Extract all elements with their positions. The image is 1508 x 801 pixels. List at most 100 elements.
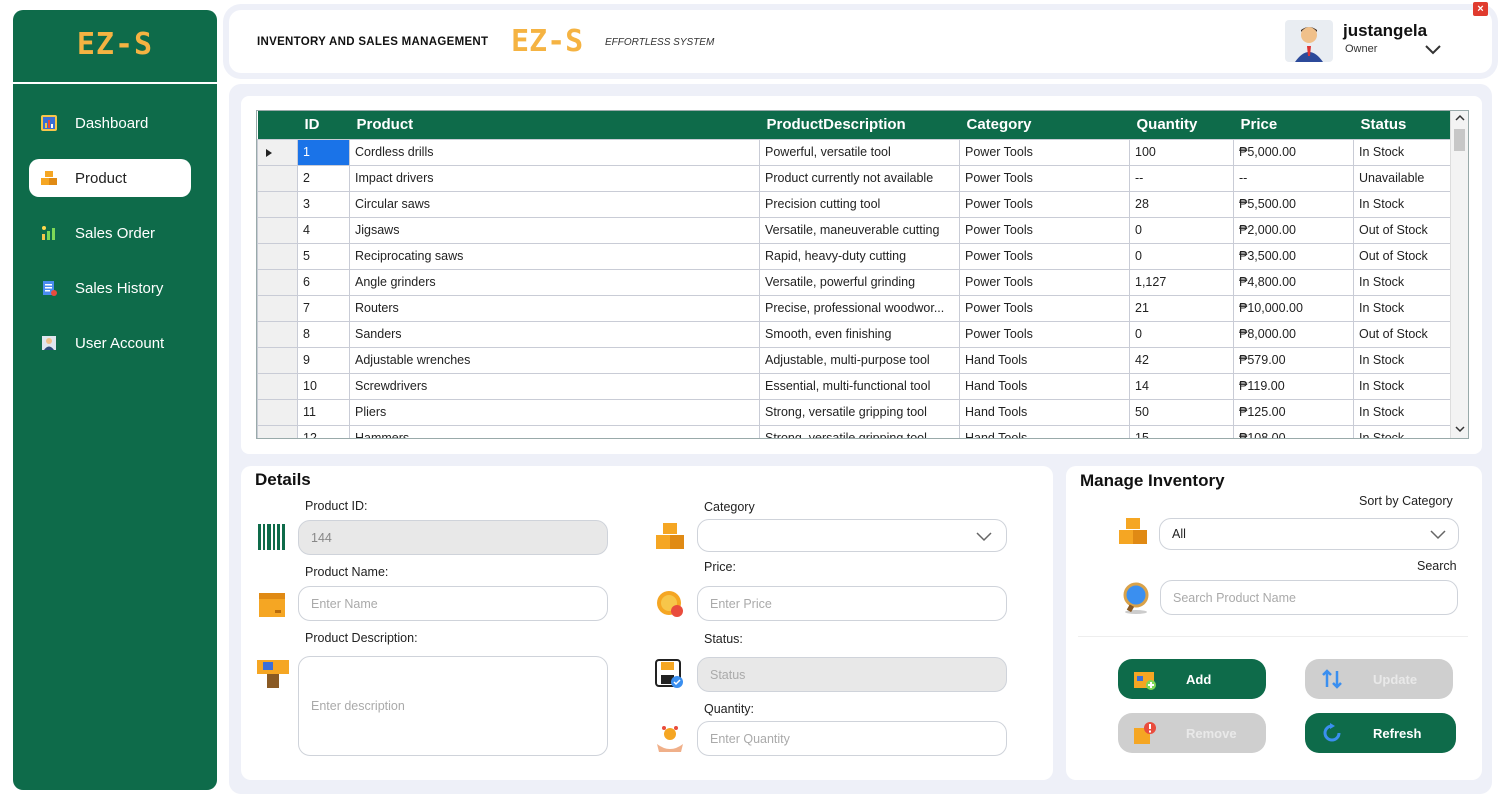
- product-name-input[interactable]: Enter Name: [298, 586, 608, 621]
- table-cell[interactable]: Power Tools: [959, 216, 1130, 244]
- table-cell[interactable]: ₱3,500.00: [1233, 242, 1354, 270]
- table-row[interactable]: 12 Hammers Strong, versatile gripping tool…: [257, 424, 1452, 438]
- table-row[interactable]: 7 Routers Precise, professional woodwor...…: [257, 294, 1452, 322]
- table-cell[interactable]: Sanders: [349, 320, 760, 348]
- table-cell[interactable]: ₱5,000.00: [1233, 138, 1354, 166]
- column-header[interactable]: Product: [349, 111, 760, 139]
- table-cell[interactable]: ₱10,000.00: [1233, 294, 1354, 322]
- column-header[interactable]: Status: [1353, 111, 1452, 139]
- column-header[interactable]: Quantity: [1129, 111, 1234, 139]
- table-cell[interactable]: Cordless drills: [349, 138, 760, 166]
- table-cell[interactable]: 42: [1129, 346, 1234, 374]
- table-cell[interactable]: In Stock: [1353, 294, 1452, 322]
- table-cell[interactable]: 1,127: [1129, 268, 1234, 296]
- table-cell[interactable]: ₱579.00: [1233, 346, 1354, 374]
- table-cell[interactable]: Precise, professional woodwor...: [759, 294, 960, 322]
- table-cell[interactable]: 28: [1129, 190, 1234, 218]
- table-cell[interactable]: Pliers: [349, 398, 760, 426]
- table-cell[interactable]: Powerful, versatile tool: [759, 138, 960, 166]
- row-header[interactable]: [257, 424, 298, 438]
- table-cell[interactable]: 7: [297, 294, 350, 322]
- table-cell[interactable]: Power Tools: [959, 294, 1130, 322]
- scroll-up-icon[interactable]: [1451, 111, 1469, 125]
- sidebar-item-sales-order[interactable]: Sales Order: [29, 214, 191, 252]
- row-header[interactable]: [257, 320, 298, 348]
- table-cell[interactable]: 12: [297, 424, 350, 438]
- table-cell[interactable]: Jigsaws: [349, 216, 760, 244]
- table-cell[interactable]: 3: [297, 190, 350, 218]
- table-cell[interactable]: ₱125.00: [1233, 398, 1354, 426]
- table-cell[interactable]: ₱4,800.00: [1233, 268, 1354, 296]
- table-cell[interactable]: Hand Tools: [959, 372, 1130, 400]
- table-row[interactable]: 11 Pliers Strong, versatile gripping tool H…: [257, 398, 1452, 426]
- table-cell[interactable]: In Stock: [1353, 346, 1452, 374]
- scroll-thumb[interactable]: [1454, 129, 1465, 151]
- table-cell[interactable]: Precision cutting tool: [759, 190, 960, 218]
- table-cell[interactable]: 0: [1129, 320, 1234, 348]
- table-cell[interactable]: Hand Tools: [959, 346, 1130, 374]
- product-description-input[interactable]: Enter description: [298, 656, 608, 756]
- table-row[interactable]: 2 Impact drivers Product currently not ava…: [257, 164, 1452, 192]
- column-header[interactable]: Category: [959, 111, 1130, 139]
- product-id-field[interactable]: 144: [298, 520, 608, 555]
- table-row[interactable]: 3 Circular saws Precision cutting tool Powe…: [257, 190, 1452, 218]
- table-cell[interactable]: Rapid, heavy-duty cutting: [759, 242, 960, 270]
- chevron-down-icon[interactable]: [1425, 42, 1441, 60]
- table-cell[interactable]: Hammers: [349, 424, 760, 438]
- table-cell[interactable]: 4: [297, 216, 350, 244]
- row-header[interactable]: [257, 346, 298, 374]
- table-row[interactable]: 8 Sanders Smooth, even finishing Power Tool…: [257, 320, 1452, 348]
- table-cell[interactable]: ₱119.00: [1233, 372, 1354, 400]
- table-cell[interactable]: Product currently not available: [759, 164, 960, 192]
- refresh-button[interactable]: Refresh: [1305, 713, 1456, 753]
- table-cell[interactable]: Hand Tools: [959, 424, 1130, 438]
- table-cell[interactable]: Angle grinders: [349, 268, 760, 296]
- row-header[interactable]: [257, 164, 298, 192]
- add-button[interactable]: Add: [1118, 659, 1266, 699]
- table-cell[interactable]: 15: [1129, 424, 1234, 438]
- price-input[interactable]: Enter Price: [697, 586, 1007, 621]
- table-cell[interactable]: 50: [1129, 398, 1234, 426]
- sort-category-select[interactable]: All: [1159, 518, 1459, 550]
- table-cell[interactable]: 2: [297, 164, 350, 192]
- table-cell[interactable]: Power Tools: [959, 138, 1130, 166]
- column-header[interactable]: ProductDescription: [759, 111, 960, 139]
- table-cell[interactable]: ₱2,000.00: [1233, 216, 1354, 244]
- table-scrollbar[interactable]: [1450, 111, 1468, 438]
- sidebar-item-dashboard[interactable]: Dashboard: [29, 104, 191, 142]
- table-cell[interactable]: 1: [297, 138, 350, 166]
- table-row[interactable]: 6 Angle grinders Versatile, powerful grind…: [257, 268, 1452, 296]
- table-cell[interactable]: 0: [1129, 216, 1234, 244]
- quantity-input[interactable]: Enter Quantity: [697, 721, 1007, 756]
- table-cell[interactable]: ₱8,000.00: [1233, 320, 1354, 348]
- table-cell[interactable]: In Stock: [1353, 190, 1452, 218]
- table-cell[interactable]: Routers: [349, 294, 760, 322]
- sidebar-item-user-account[interactable]: User Account: [29, 324, 191, 362]
- table-cell[interactable]: Power Tools: [959, 242, 1130, 270]
- sidebar-item-sales-history[interactable]: Sales History: [29, 269, 191, 307]
- user-menu[interactable]: justangela Owner: [1285, 20, 1495, 62]
- table-cell[interactable]: 14: [1129, 372, 1234, 400]
- close-button[interactable]: ×: [1473, 2, 1488, 16]
- table-cell[interactable]: 5: [297, 242, 350, 270]
- table-cell[interactable]: Screwdrivers: [349, 372, 760, 400]
- table-cell[interactable]: In Stock: [1353, 372, 1452, 400]
- row-header[interactable]: [257, 398, 298, 426]
- table-cell[interactable]: Adjustable wrenches: [349, 346, 760, 374]
- status-field[interactable]: Status: [697, 657, 1007, 692]
- table-cell[interactable]: Circular saws: [349, 190, 760, 218]
- table-cell[interactable]: In Stock: [1353, 268, 1452, 296]
- table-cell[interactable]: Out of Stock: [1353, 242, 1452, 270]
- table-cell[interactable]: Power Tools: [959, 320, 1130, 348]
- table-cell[interactable]: Strong, versatile gripping tool: [759, 424, 960, 438]
- row-header[interactable]: [257, 216, 298, 244]
- row-header[interactable]: [257, 268, 298, 296]
- table-cell[interactable]: In Stock: [1353, 398, 1452, 426]
- table-cell[interactable]: Versatile, powerful grinding: [759, 268, 960, 296]
- table-cell[interactable]: Power Tools: [959, 190, 1130, 218]
- table-cell[interactable]: 10: [297, 372, 350, 400]
- table-cell[interactable]: Smooth, even finishing: [759, 320, 960, 348]
- table-cell[interactable]: 21: [1129, 294, 1234, 322]
- row-header[interactable]: [257, 190, 298, 218]
- table-cell[interactable]: 6: [297, 268, 350, 296]
